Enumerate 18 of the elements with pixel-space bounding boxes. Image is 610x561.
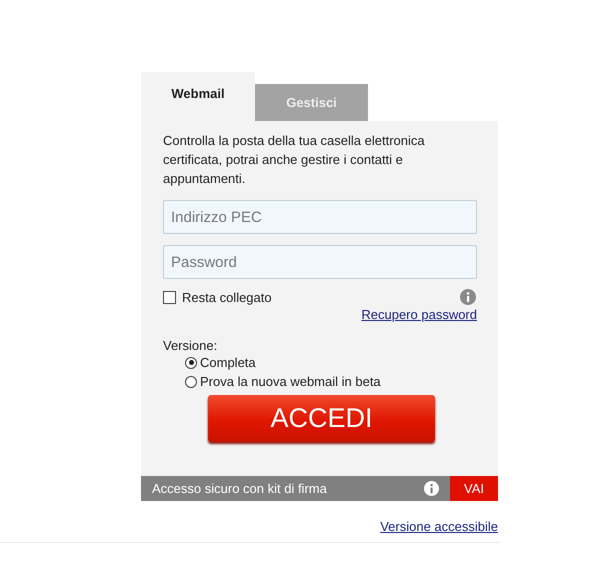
radio-label: Prova la nuova webmail in beta (200, 374, 381, 389)
description-text: Controlla la posta della tua casella elettronica certificata, potrai anche gestire i contatti e appuntamenti. (163, 132, 426, 188)
accessible-version-link[interactable]: Versione accessibile (380, 519, 498, 534)
login-button[interactable]: ACCEDI (208, 395, 435, 442)
radio-button[interactable] (185, 356, 197, 368)
info-icon[interactable] (460, 289, 476, 305)
tab[interactable]: Webmail (141, 72, 255, 121)
radio-button[interactable] (185, 376, 197, 388)
secure-access-text: Accesso sicuro con kit di firma (151, 481, 328, 496)
go-button[interactable]: VAI (450, 476, 498, 501)
checkbox-label: Resta collegato (182, 290, 272, 304)
recover-password-link[interactable]: Recupero password (361, 307, 477, 322)
input-field[interactable]: Indirizzo PEC (163, 200, 477, 234)
info-icon[interactable] (424, 481, 439, 496)
radio-label: Completa (200, 355, 256, 370)
version-label: Versione: (163, 338, 218, 353)
input-field[interactable]: Password (163, 245, 477, 279)
checkbox[interactable] (163, 290, 176, 304)
